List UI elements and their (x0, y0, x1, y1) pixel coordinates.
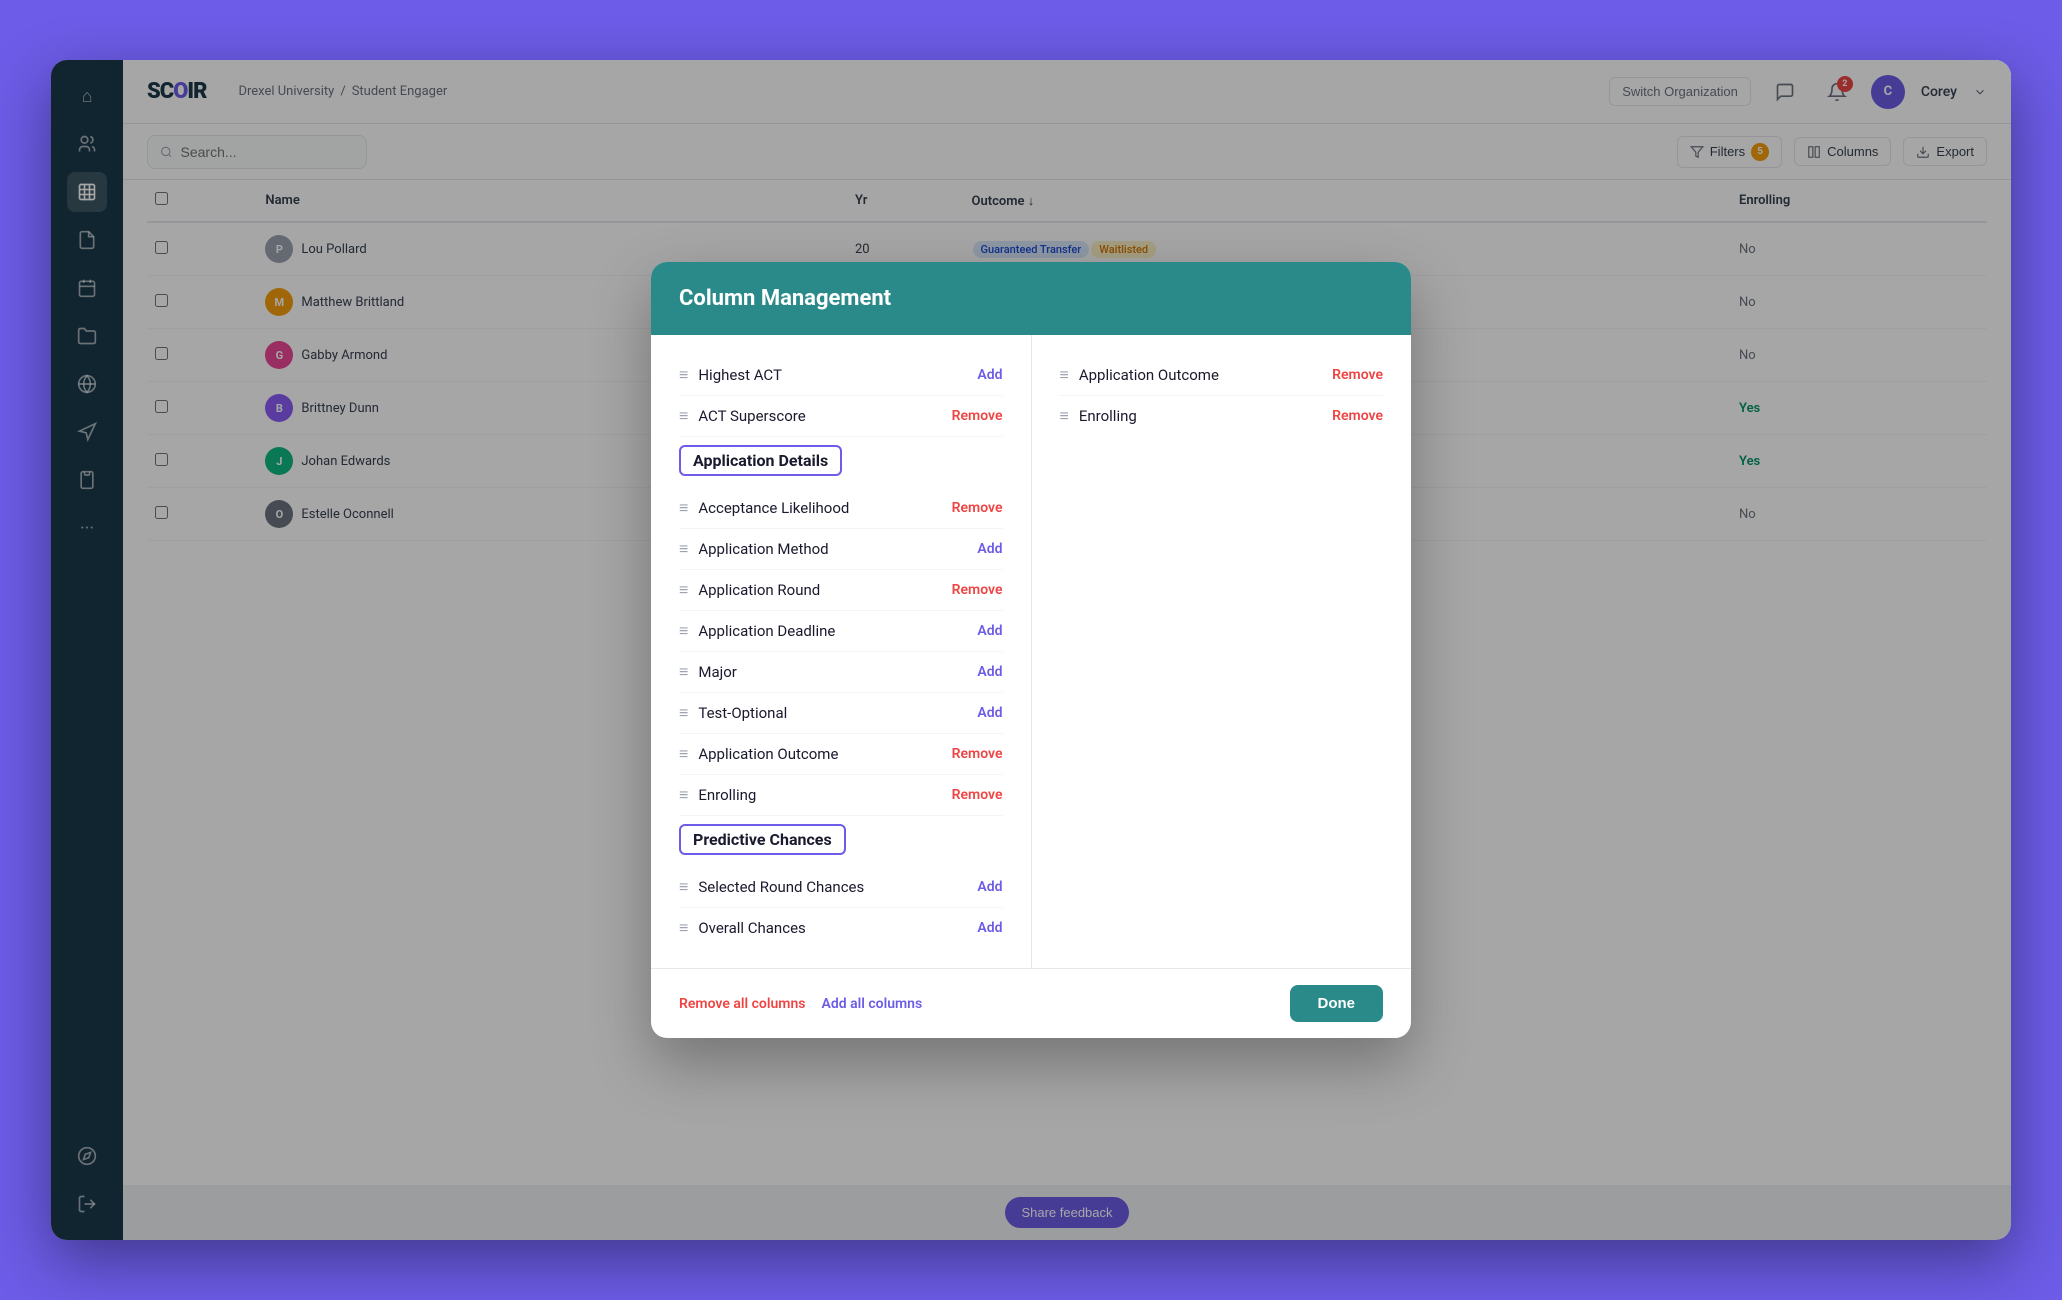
remove-link[interactable]: Remove (952, 582, 1003, 598)
column-label: ≡ Selected Round Chances (679, 877, 864, 897)
modal-title: Column Management (679, 286, 1383, 311)
column-row: ≡ Overall Chances Add (679, 908, 1003, 948)
column-row: ≡ ACT Superscore Remove (679, 396, 1003, 437)
remove-link[interactable]: Remove (952, 787, 1003, 803)
section-header: Predictive Chances (679, 824, 846, 855)
modal-right-panel: ≡ Application Outcome Remove ≡ Enrolling… (1032, 335, 1412, 968)
column-row: ≡ Application Method Add (679, 529, 1003, 570)
add-all-link[interactable]: Add all columns (821, 996, 922, 1012)
column-row: ≡ Test-Optional Add (679, 693, 1003, 734)
drag-handle-icon: ≡ (679, 785, 688, 805)
drag-handle-icon: ≡ (679, 406, 688, 426)
add-link[interactable]: Add (977, 920, 1002, 936)
remove-all-link[interactable]: Remove all columns (679, 996, 805, 1012)
column-label: ≡ Application Outcome (1060, 365, 1219, 385)
column-row: ≡ Application Deadline Add (679, 611, 1003, 652)
column-label: ≡ ACT Superscore (679, 406, 806, 426)
modal-left-panel: ≡ Highest ACT Add ≡ ACT Superscore Remov… (651, 335, 1032, 968)
column-label: ≡ Highest ACT (679, 365, 782, 385)
column-row: ≡ Application Outcome Remove (679, 734, 1003, 775)
remove-link[interactable]: Remove (1332, 408, 1383, 424)
app-container: ⌂ ··· (51, 60, 2011, 1240)
section-header: Application Details (679, 445, 842, 476)
column-label: ≡ Application Outcome (679, 744, 838, 764)
remove-link[interactable]: Remove (952, 500, 1003, 516)
drag-handle-icon: ≡ (679, 621, 688, 641)
add-link[interactable]: Add (977, 541, 1002, 557)
column-label: ≡ Application Method (679, 539, 829, 559)
column-label: ≡ Acceptance Likelihood (679, 498, 849, 518)
remove-link[interactable]: Remove (952, 746, 1003, 762)
drag-handle-icon: ≡ (679, 877, 688, 897)
drag-handle-icon: ≡ (679, 744, 688, 764)
column-label: ≡ Major (679, 662, 737, 682)
modal-overlay[interactable]: Column Management ≡ Highest ACT Add ≡ AC… (51, 60, 2011, 1240)
remove-link[interactable]: Remove (1332, 367, 1383, 383)
add-link[interactable]: Add (977, 705, 1002, 721)
drag-handle-icon: ≡ (679, 539, 688, 559)
modal-header: Column Management (651, 262, 1411, 335)
column-row: ≡ Highest ACT Add (679, 355, 1003, 396)
drag-handle-icon: ≡ (679, 703, 688, 723)
column-label: ≡ Application Deadline (679, 621, 835, 641)
drag-handle-icon: ≡ (679, 365, 688, 385)
add-link[interactable]: Add (977, 879, 1002, 895)
column-row: ≡ Enrolling Remove (679, 775, 1003, 816)
add-link[interactable]: Add (977, 623, 1002, 639)
drag-handle-icon: ≡ (1060, 406, 1069, 426)
column-row: ≡ Enrolling Remove (1060, 396, 1384, 436)
footer-links: Remove all columns Add all columns (679, 996, 922, 1012)
modal-footer: Remove all columns Add all columns Done (651, 968, 1411, 1038)
column-label: ≡ Overall Chances (679, 918, 806, 938)
column-label: ≡ Test-Optional (679, 703, 787, 723)
drag-handle-icon: ≡ (679, 662, 688, 682)
column-row: ≡ Application Outcome Remove (1060, 355, 1384, 396)
column-row: ≡ Acceptance Likelihood Remove (679, 488, 1003, 529)
drag-handle-icon: ≡ (1060, 365, 1069, 385)
column-label: ≡ Enrolling (1060, 406, 1137, 426)
done-button[interactable]: Done (1290, 985, 1384, 1022)
drag-handle-icon: ≡ (679, 918, 688, 938)
drag-handle-icon: ≡ (679, 580, 688, 600)
drag-handle-icon: ≡ (679, 498, 688, 518)
column-management-modal: Column Management ≡ Highest ACT Add ≡ AC… (651, 262, 1411, 1038)
add-link[interactable]: Add (977, 664, 1002, 680)
column-row: ≡ Major Add (679, 652, 1003, 693)
column-label: ≡ Enrolling (679, 785, 756, 805)
remove-link[interactable]: Remove (952, 408, 1003, 424)
column-row: ≡ Application Round Remove (679, 570, 1003, 611)
column-label: ≡ Application Round (679, 580, 820, 600)
add-link[interactable]: Add (977, 367, 1002, 383)
modal-body: ≡ Highest ACT Add ≡ ACT Superscore Remov… (651, 335, 1411, 968)
column-row: ≡ Selected Round Chances Add (679, 867, 1003, 908)
